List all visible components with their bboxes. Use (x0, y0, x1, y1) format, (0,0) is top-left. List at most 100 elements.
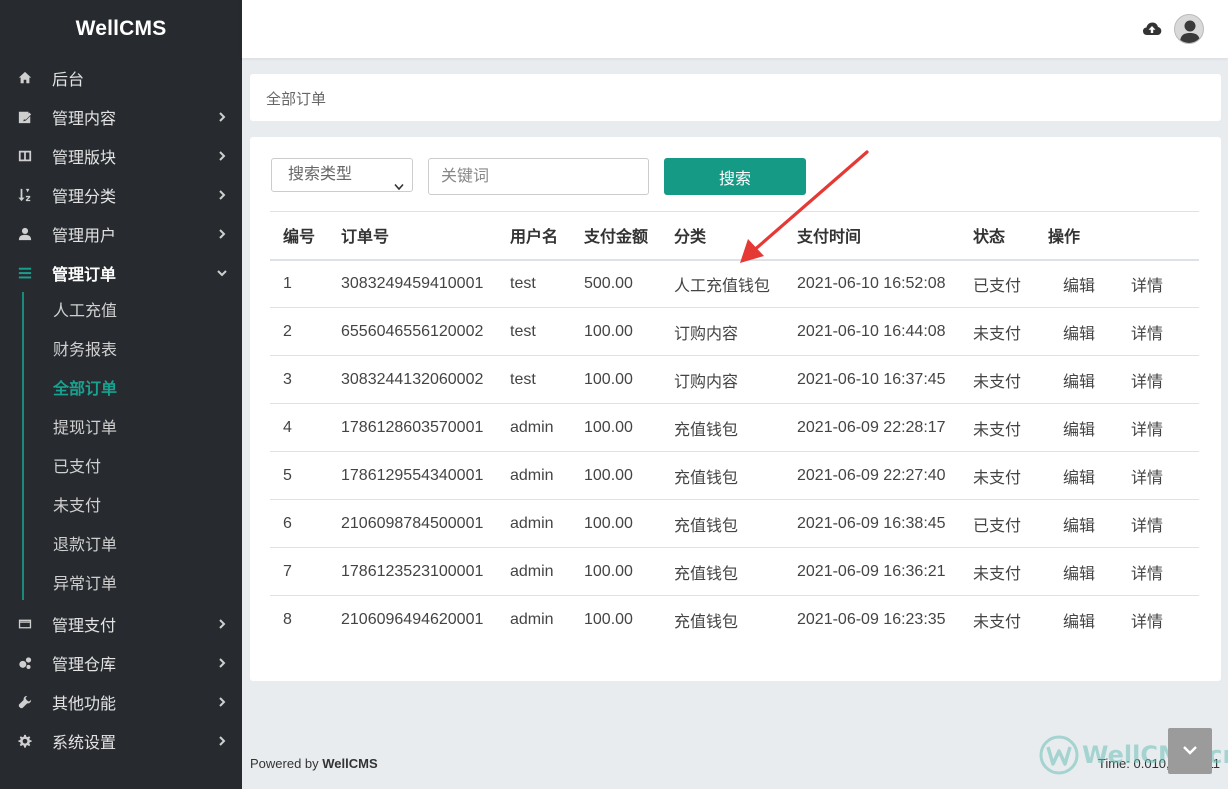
col-header-time: 支付时间 (784, 211, 960, 261)
chevron-down-icon (394, 171, 404, 191)
edit-link[interactable]: 编辑 (1035, 547, 1118, 596)
table-row: 1 3083249459410001 test 500.00 人工充值钱包 2021-06… (270, 259, 1199, 308)
orders-table: 编号 订单号 用户名 支付金额 分类 支付时间 状态 操作 1 308324945… (270, 211, 1199, 644)
search-type-select[interactable]: 搜索类型 (271, 158, 413, 192)
detail-link[interactable]: 详情 (1118, 547, 1199, 596)
chevron-right-icon (216, 695, 228, 707)
edit-link[interactable]: 编辑 (1035, 355, 1118, 404)
cell-time: 2021-06-09 22:27:40 (784, 451, 960, 500)
cell-order-no: 2106096494620001 (341, 610, 484, 628)
submenu-unpaid[interactable]: 未支付 (0, 487, 242, 526)
cloud-upload-icon[interactable] (1142, 20, 1162, 38)
cell-username: test (497, 307, 571, 356)
search-button[interactable]: 搜索 (664, 158, 806, 195)
cell-amount: 100.00 (584, 610, 633, 628)
chevron-right-icon (216, 149, 228, 161)
sidebar-item-label: 管理支付 (52, 617, 117, 635)
home-icon (18, 71, 32, 85)
edit-link[interactable]: 编辑 (1035, 403, 1118, 452)
submenu-manual-recharge[interactable]: 人工充值 (0, 292, 242, 331)
sidebar-item-warehouse[interactable]: 管理仓库 (0, 643, 242, 682)
cell-category: 订购内容 (661, 355, 784, 404)
sidebar-item-categories[interactable]: 管理分类 (0, 175, 242, 214)
cell-amount: 100.00 (571, 499, 661, 548)
user-avatar[interactable] (1174, 14, 1204, 44)
cell-category: 充值钱包 (661, 547, 784, 596)
brand-logo[interactable]: WellCMS (0, 0, 242, 58)
orders-submenu: 人工充值 财务报表 全部订单 提现订单 已支付 未支付 退款订单 异常订单 (0, 292, 242, 604)
detail-link[interactable]: 详情 (1118, 451, 1199, 500)
sidebar-item-label: 其他功能 (52, 695, 117, 713)
sidebar-item-label: 管理仓库 (52, 656, 117, 674)
cell-category: 充值钱包 (661, 451, 784, 500)
cell-amount: 100.00 (571, 355, 661, 404)
list-icon (18, 266, 32, 280)
detail-link[interactable]: 详情 (1118, 403, 1199, 452)
search-type-value: 搜索类型 (288, 166, 353, 183)
cell-status: 未支付 (960, 307, 1035, 356)
submenu-abnormal-orders[interactable]: 异常订单 (0, 565, 242, 604)
sidebar-item-other[interactable]: 其他功能 (0, 682, 242, 721)
detail-link[interactable]: 详情 (1118, 307, 1199, 356)
detail-link[interactable]: 详情 (1118, 499, 1199, 548)
cell-status: 未支付 (960, 355, 1035, 404)
submenu-finance-report[interactable]: 财务报表 (0, 331, 242, 370)
top-header (242, 0, 1228, 58)
detail-link[interactable]: 详情 (1118, 259, 1199, 308)
col-header-username: 用户名 (497, 211, 571, 261)
col-header-id: 编号 (270, 211, 328, 261)
powered-by-prefix: Powered by (250, 756, 323, 771)
cell-time: 2021-06-09 16:38:45 (784, 499, 960, 548)
sidebar-item-users[interactable]: 管理用户 (0, 214, 242, 253)
sidebar-item-settings[interactable]: 系统设置 (0, 721, 242, 760)
cell-id: 8 (283, 610, 292, 628)
submenu-all-orders[interactable]: 全部订单 (0, 370, 242, 409)
cell-username: admin (510, 610, 554, 628)
keyword-input[interactable] (428, 158, 649, 195)
cell-order-no: 3083244132060002 (328, 355, 497, 404)
table-row: 3 3083244132060002 test 100.00 订购内容 2021-06-1… (270, 355, 1199, 404)
edit-link[interactable]: 编辑 (1035, 451, 1118, 500)
cell-username: admin (497, 547, 571, 596)
cell-order-no: 3083249459410001 (328, 259, 497, 308)
cell-status: 未支付 (960, 451, 1035, 500)
edit-link[interactable]: 编辑 (1035, 307, 1118, 356)
edit-link[interactable]: 编辑 (1035, 259, 1118, 308)
cell-username: admin (497, 451, 571, 500)
wrench-icon (18, 695, 32, 709)
cell-status: 未支付 (973, 613, 1022, 631)
sidebar-item-forums[interactable]: 管理版块 (0, 136, 242, 175)
sidebar-item-orders[interactable]: 管理订单 (0, 253, 242, 292)
chevron-right-icon (216, 227, 228, 239)
cell-status: 未支付 (960, 547, 1035, 596)
edit-link[interactable]: 编辑 (1035, 596, 1118, 644)
sidebar-item-dashboard[interactable]: 后台 (0, 58, 242, 97)
edit-icon (18, 110, 32, 124)
submenu-refund-orders[interactable]: 退款订单 (0, 526, 242, 565)
sidebar-item-content[interactable]: 管理内容 (0, 97, 242, 136)
submenu-paid[interactable]: 已支付 (0, 448, 242, 487)
sidebar-item-label: 管理内容 (52, 110, 117, 128)
col-header-blank (1118, 211, 1199, 261)
sidebar-item-label: 后台 (52, 71, 85, 89)
col-header-order-no: 订单号 (328, 211, 497, 261)
edit-link[interactable]: 编辑 (1035, 499, 1118, 548)
sidebar: WellCMS 后台 管理内容 管理版块 管理分类 管理用户 管理订单 人工充值… (0, 0, 242, 789)
chevron-down-icon (216, 266, 228, 278)
detail-link[interactable]: 详情 (1118, 355, 1199, 404)
cell-amount: 100.00 (571, 307, 661, 356)
cell-time: 2021-06-09 16:36:21 (784, 547, 960, 596)
cell-id: 7 (270, 547, 328, 596)
cell-time: 2021-06-10 16:37:45 (784, 355, 960, 404)
chevron-right-icon (216, 734, 228, 746)
detail-link[interactable]: 详情 (1118, 596, 1199, 644)
sidebar-item-payment[interactable]: 管理支付 (0, 604, 242, 643)
submenu-withdraw-orders[interactable]: 提现订单 (0, 409, 242, 448)
credit-card-icon (18, 617, 32, 631)
cell-category: 充值钱包 (674, 613, 739, 631)
sidebar-item-label: 管理版块 (52, 149, 117, 167)
scroll-toggle-button[interactable] (1168, 728, 1212, 774)
orders-card: 搜索类型 搜索 编号 订单号 用户名 支付金额 分类 支付时间 状态 操作 13… (250, 137, 1221, 681)
user-icon (18, 227, 32, 241)
powered-by-brand[interactable]: WellCMS (322, 756, 377, 771)
